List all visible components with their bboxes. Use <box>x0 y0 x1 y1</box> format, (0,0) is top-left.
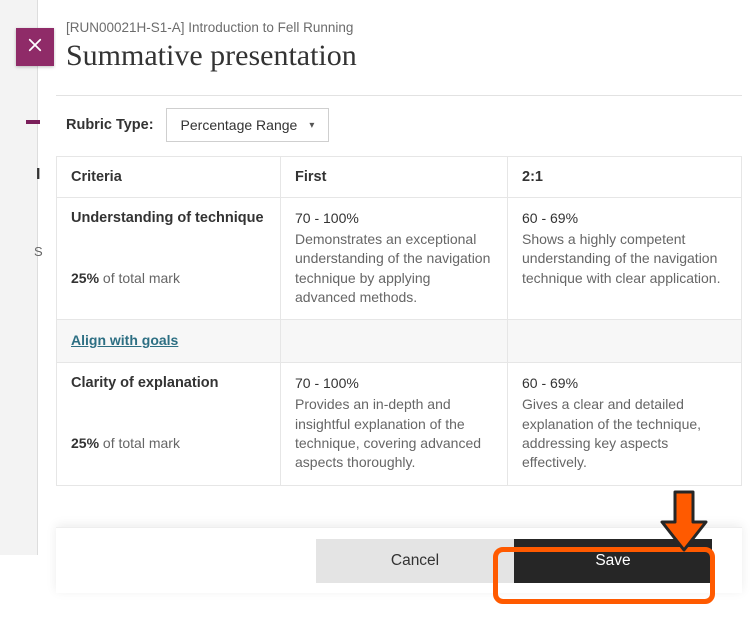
criteria-cell[interactable]: Understanding of technique 25% of total … <box>56 198 281 320</box>
rubric-panel: [RUN00021H-S1-A] Introduction to Fell Ru… <box>56 0 742 593</box>
header-divider <box>56 95 742 96</box>
criteria-title: Clarity of explanation <box>71 375 266 391</box>
align-goals-row: Align with goals <box>56 320 742 363</box>
close-icon <box>26 36 44 59</box>
save-button[interactable]: Save <box>514 539 712 583</box>
criteria-weight-percent: 25% <box>71 435 99 451</box>
criteria-title: Understanding of technique <box>71 210 266 226</box>
course-code: [RUN00021H-S1-A] Introduction to Fell Ru… <box>66 20 732 35</box>
criteria-weight-suffix: of total mark <box>99 270 180 286</box>
criteria-weight: 25% of total mark <box>71 270 266 286</box>
background-letter-2: S <box>34 244 43 259</box>
cancel-button[interactable]: Cancel <box>316 539 514 583</box>
level-description: Demonstrates an exceptional understandin… <box>295 230 493 307</box>
level-description: Provides an in-depth and insightful expl… <box>295 395 493 472</box>
level-range: 60 - 69% <box>522 210 727 226</box>
panel-footer: Cancel Save <box>56 527 742 593</box>
align-with-goals-link[interactable]: Align with goals <box>71 332 178 348</box>
background-sidebar <box>0 0 38 555</box>
level-cell-two-one[interactable]: 60 - 69% Gives a clear and detailed expl… <box>508 363 742 485</box>
level-range: 60 - 69% <box>522 375 727 391</box>
rubric-row: Clarity of explanation 25% of total mark… <box>56 363 742 485</box>
rubric-type-select[interactable]: Percentage Range ▾ <box>166 108 330 142</box>
align-goals-spacer <box>508 320 742 363</box>
level-range: 70 - 100% <box>295 375 493 391</box>
criteria-weight-suffix: of total mark <box>99 435 180 451</box>
rubric-grid-header: Criteria First 2:1 <box>56 156 742 198</box>
close-panel-button[interactable] <box>16 28 54 66</box>
background-active-tab-indicator <box>26 120 40 124</box>
col-header-two-one: 2:1 <box>508 156 742 198</box>
level-description: Shows a highly competent understanding o… <box>522 230 727 288</box>
rubric-type-value: Percentage Range <box>181 117 298 133</box>
level-cell-two-one[interactable]: 60 - 69% Shows a highly competent unders… <box>508 198 742 320</box>
page-title: Summative presentation <box>66 39 732 73</box>
level-cell-first[interactable]: 70 - 100% Provides an in-depth and insig… <box>281 363 508 485</box>
background-letter-1: I <box>36 166 40 184</box>
level-cell-first[interactable]: 70 - 100% Demonstrates an exceptional un… <box>281 198 508 320</box>
align-goals-spacer <box>281 320 508 363</box>
rubric-grid: Criteria First 2:1 Understanding of tech… <box>56 156 742 486</box>
caret-down-icon: ▾ <box>309 120 314 131</box>
criteria-weight: 25% of total mark <box>71 435 266 451</box>
level-range: 70 - 100% <box>295 210 493 226</box>
col-header-first: First <box>281 156 508 198</box>
rubric-type-label: Rubric Type: <box>66 117 154 133</box>
criteria-weight-percent: 25% <box>71 270 99 286</box>
criteria-cell[interactable]: Clarity of explanation 25% of total mark <box>56 363 281 485</box>
level-description: Gives a clear and detailed explanation o… <box>522 395 727 472</box>
col-header-criteria: Criteria <box>56 156 281 198</box>
rubric-row: Understanding of technique 25% of total … <box>56 198 742 320</box>
